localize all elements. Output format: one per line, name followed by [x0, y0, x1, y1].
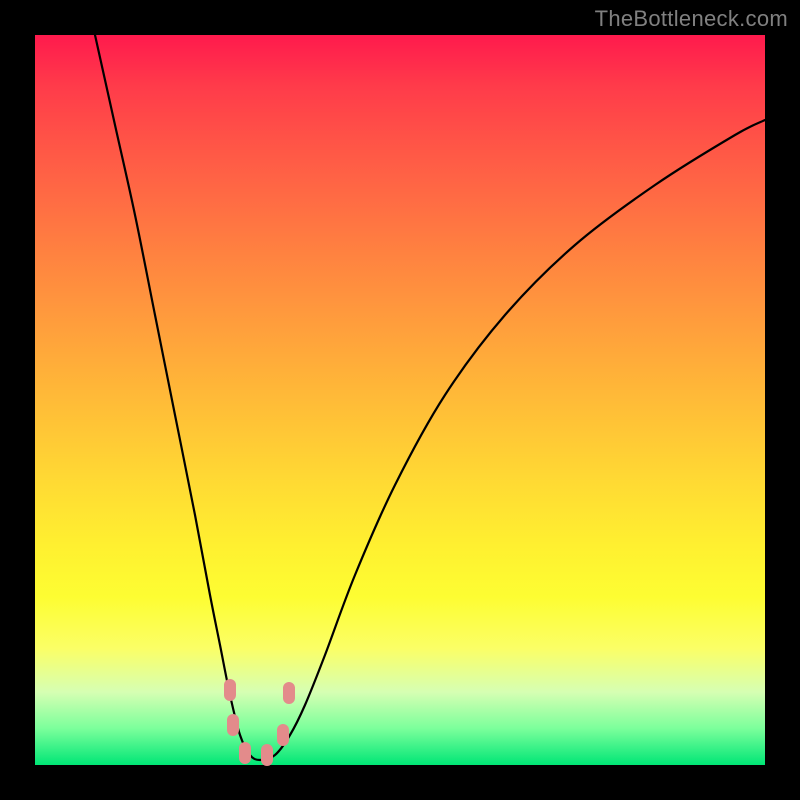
trough-mark — [239, 742, 251, 764]
outer-frame: TheBottleneck.com — [0, 0, 800, 800]
plot-area — [35, 35, 765, 765]
trough-mark — [277, 724, 289, 746]
chart-svg — [35, 35, 765, 765]
trough-mark — [224, 679, 236, 701]
bottleneck-curve — [95, 35, 765, 760]
trough-mark — [283, 682, 295, 704]
trough-highlight-group — [224, 679, 295, 766]
watermark-text: TheBottleneck.com — [595, 6, 788, 32]
trough-mark — [261, 744, 273, 766]
trough-mark — [227, 714, 239, 736]
